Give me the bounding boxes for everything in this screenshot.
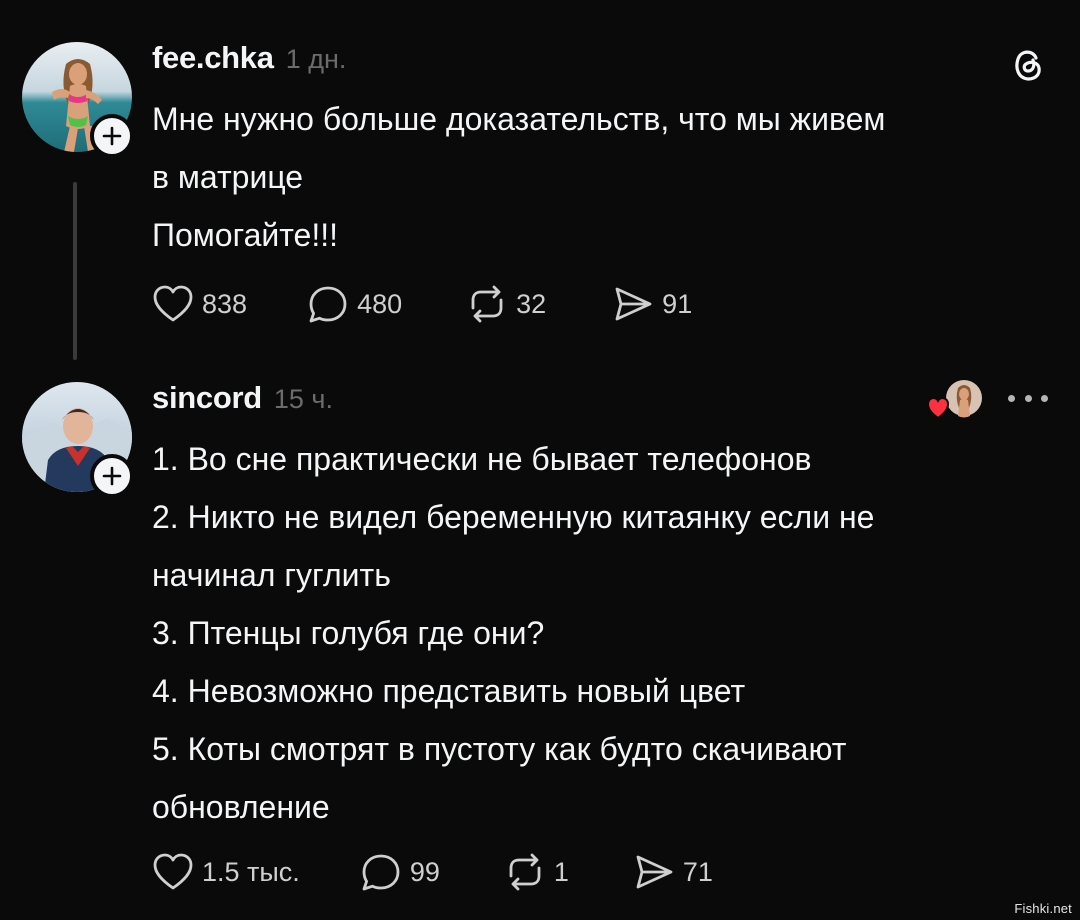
share-button[interactable]: 91 [612,284,692,324]
follow-author-button[interactable] [90,114,134,158]
like-count: 1.5 тыс. [202,856,300,887]
comment-bubble-icon [309,286,347,323]
post-text-line: Мне нужно больше доказательств, что мы ж… [152,101,886,137]
reply-button[interactable]: 480 [307,284,402,324]
post-text-line: в матрице [152,159,304,195]
comment-bubble-icon [362,854,400,891]
send-icon [636,855,673,889]
reply-actions: 1.5 тыс. 99 1 71 [152,852,713,892]
share-count: 71 [682,856,713,887]
reply-text-line: 4. Невозможно представить новый цвет [152,673,746,709]
watermark: Fishki.net [1014,901,1072,916]
send-icon [615,287,652,321]
thread-connector-line [73,182,77,360]
reply-button[interactable]: 99 [360,852,440,892]
reply-header: sincord 15 ч. [152,380,333,416]
more-dots-icon [1008,394,1015,402]
share-button[interactable]: 71 [633,852,713,892]
reply-username[interactable]: sincord [152,380,262,416]
reply-timestamp: 15 ч. [273,384,333,414]
threads-logo-icon [1015,50,1041,81]
more-dots-icon [1041,394,1048,402]
repost-button[interactable]: 1 [504,852,569,892]
like-count: 838 [202,288,248,319]
repost-icon [471,285,503,323]
plus-icon [102,466,122,486]
post-header: fee.chka 1 дн. [152,40,346,76]
reply-body: 1. Во сне практически не бывает телефоно… [152,430,874,836]
follow-reply-author-button[interactable] [90,454,134,498]
more-dots-icon [1024,394,1032,402]
author-liked-heart-icon [926,380,982,420]
post-body: Мне нужно больше доказательств, что мы ж… [152,90,885,264]
reply-text-line: 2. Никто не видел беременную китаянку ес… [152,499,875,535]
reply-text-line: начинал гуглить [152,557,391,593]
reply-text-line: 1. Во сне практически не бывает телефоно… [152,441,812,477]
repost-button[interactable]: 32 [466,284,546,324]
reply-count: 99 [409,856,440,887]
repost-icon [509,853,541,891]
reply-text-line: 3. Птенцы голубя где они? [152,615,545,651]
post-text-line: Помогайте!!! [152,217,338,253]
post-timestamp: 1 дн. [285,44,347,74]
share-count: 91 [662,288,693,319]
heart-icon [153,285,193,322]
like-button[interactable]: 1.5 тыс. [152,852,300,892]
like-button[interactable]: 838 [152,284,247,324]
reply-text-line: 5. Коты смотрят в пустоту как будто скач… [152,731,847,767]
plus-icon [102,126,122,146]
post-username[interactable]: fee.chka [152,40,274,76]
repost-count: 1 [553,856,569,887]
reply-text-line: обновление [152,789,330,825]
heart-icon [153,853,193,890]
more-options-button[interactable] [1008,390,1048,406]
post-actions: 838 480 32 91 [152,284,692,324]
reply-count: 480 [357,288,403,319]
repost-count: 32 [516,288,547,319]
